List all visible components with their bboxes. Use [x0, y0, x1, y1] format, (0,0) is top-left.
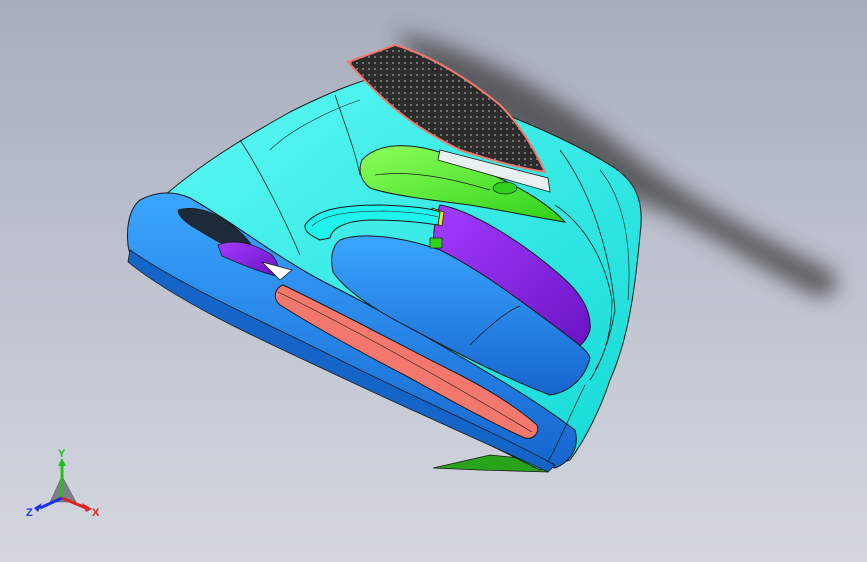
model-canvas[interactable]	[0, 0, 867, 562]
x-axis-label: X	[92, 507, 100, 519]
cad-3d-viewport[interactable]	[0, 0, 867, 562]
green-boss	[492, 181, 518, 195]
green-latch	[429, 237, 443, 249]
y-axis-label: Y	[58, 448, 66, 460]
z-axis-label: Z	[26, 507, 33, 519]
coordinate-triad: Y X Z	[22, 446, 108, 526]
